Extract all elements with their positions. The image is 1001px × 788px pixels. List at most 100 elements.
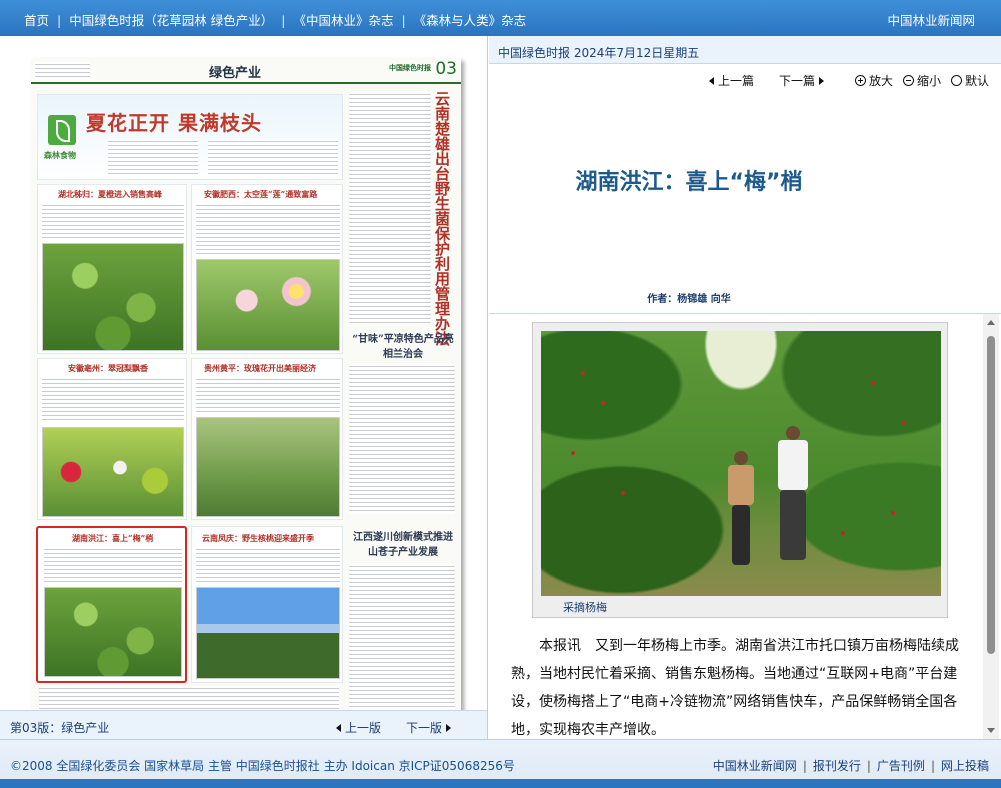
prev-article-link[interactable]: 上一篇 [709,72,754,89]
side-headline-suichuan[interactable]: 江西遂川创新模式推进山苍子产业发展 [351,528,455,558]
story-headline: 安徽亳州：翠冠梨飘香 [68,363,148,373]
scrollbar-thumb[interactable] [987,336,995,654]
edition-label: 第03版：绿色产业 [10,721,110,735]
prev-article-label: 上一篇 [718,74,755,88]
top-navigation: 首页 | 中国绿色时报（花草园林 绿色产业） | 《中国林业》杂志 | 《森林与人类》杂志 … [0,0,1001,36]
text-lines [349,364,455,514]
story-photo [42,243,184,351]
story-headline: 贵州黄平：玫瑰花开出美丽经济 [204,363,316,373]
zoom-in-icon [855,75,866,86]
story-fengqing[interactable]: 云南凤庆：野生核桃迎来盛开季 [191,526,343,683]
article-paper-date-bar: 中国绿色时报 2024年7月12日星期五 [489,36,1001,64]
text-lines [196,203,340,255]
vertical-headline[interactable]: 云南楚雄出台野生菌保护利用管理办法 [435,92,457,347]
zoom-out-button[interactable]: 缩小 [903,72,941,89]
story-headline: 安徽肥西：太空莲“莲”通致富路 [204,189,318,199]
story-headline: 湖北秭归：夏橙进入销售高峰 [58,189,162,199]
article-scrollbar[interactable] [983,314,999,739]
text-lines [196,377,340,413]
footer-link-ads[interactable]: 广告刊例 [877,759,925,773]
story-feixi[interactable]: 安徽肥西：太空莲“莲”通致富路 [191,184,343,354]
story-photo [196,587,340,679]
story-bozhou[interactable]: 安徽亳州：翠冠梨飘香 [37,358,187,520]
story-zigui[interactable]: 湖北秭归：夏橙进入销售高峰 [37,184,187,354]
person-body [728,465,754,505]
story-photo [196,417,340,517]
text-lines [42,203,184,239]
caret-left-icon [709,77,714,85]
article-photo[interactable] [541,331,941,596]
prev-edition-link[interactable]: 上一版 [336,719,381,736]
next-edition-label: 下一版 [406,721,443,735]
page-number: 03 [435,59,457,79]
zoom-out-icon [903,75,914,86]
zoom-out-label: 缩小 [917,74,942,88]
nav-home[interactable]: 首页 [24,10,49,29]
site-footer: ©2008 全国绿化委员会 国家林草局 主管 中国绿色时报社 主办 Idoica… [0,739,1001,788]
page-section-title: 绿色产业 [209,66,262,81]
nav-china-forestry[interactable]: 《中国林业》杂志 [293,10,393,29]
next-article-link[interactable]: 下一篇 [779,72,825,89]
newspaper-panel: 绿色产业 中国绿色时报 03 森林食物 夏花正开 果满枝头 湖北秭归：夏橙进入销… [0,36,488,739]
article-title: 湖南洪江：喜上“梅”梢 [575,170,803,195]
berry [621,491,625,495]
nav-green-times[interactable]: 中国绿色时报（花草园林 绿色产业） [69,10,273,29]
prev-edition-label: 上一版 [345,721,382,735]
zoom-in-button[interactable]: 放大 [855,72,893,89]
text-lines [108,139,198,175]
paper-date: 中国绿色时报 2024年7月12日星期五 [498,46,700,60]
newspaper-page-image[interactable]: 绿色产业 中国绿色时报 03 森林食物 夏花正开 果满枝头 湖北秭归：夏橙进入销… [31,58,461,721]
banner-tag: 森林食物 [44,151,76,160]
zoom-default-label: 默认 [965,74,990,88]
footer-link-submit[interactable]: 网上投稿 [941,759,989,773]
feature-banner[interactable]: 森林食物 夏花正开 果满枝头 [37,94,343,180]
main-nav: 首页 | 中国绿色时报（花草园林 绿色产业） | 《中国林业》杂志 | 《森林与人类》杂志 [24,10,526,29]
text-lines [208,139,338,175]
scroll-up-icon[interactable] [987,320,995,325]
text-lines [35,62,90,80]
footer-separator: | [866,759,871,773]
text-lines [196,547,340,583]
footer-links: 中国林业新闻网 | 报刊发行 | 广告刊例 | 网上投稿 [713,757,989,774]
next-article-label: 下一篇 [779,74,816,88]
berry [571,451,575,455]
article-photo-frame: 采摘杨梅 [532,322,948,618]
footer-strip [0,779,1001,788]
story-photo [196,259,340,351]
person-head [786,426,800,440]
side-headline-pingliang[interactable]: “甘味”平凉特色产品亮相兰治会 [351,330,455,360]
text-lines [349,92,431,324]
nav-separator: | [401,13,406,28]
article-body: 本报讯 又到一年杨梅上市季。湖南省洪江市托口镇万亩杨梅陆续成熟，当地村民忙着采摘… [511,638,959,738]
footer-separator: | [930,759,935,773]
text-lines [42,377,184,423]
paper-logo: 中国绿色时报 [389,64,431,72]
person-body [778,440,808,490]
page-header: 绿色产业 中国绿色时报 03 [31,58,461,84]
nav-separator: | [281,13,286,28]
zoom-in-label: 放大 [869,74,894,88]
radio-icon [951,75,962,86]
zoom-default-button[interactable]: 默认 [951,72,989,89]
berry [841,531,845,535]
site-brand-link[interactable]: 中国林业新闻网 [887,10,975,29]
nav-forest-human[interactable]: 《森林与人类》杂志 [414,10,527,29]
banner-title: 夏花正开 果满枝头 [86,111,262,135]
berry [871,381,875,385]
berry [891,511,895,515]
berry [601,401,605,405]
next-edition-link[interactable]: 下一版 [406,719,452,736]
footer-link-subscribe[interactable]: 报刊发行 [813,759,861,773]
photo-caption: 采摘杨梅 [563,601,607,614]
person-legs [780,490,806,560]
selected-article-highlight [36,526,187,683]
footer-separator: | [802,759,807,773]
text-lines [349,564,455,714]
story-headline: 云南凤庆：野生核桃迎来盛开季 [202,533,314,543]
scroll-down-icon[interactable] [987,728,995,733]
article-content: 采摘杨梅 本报讯 又到一年杨梅上市季。湖南省洪江市托口镇万亩杨梅陆续成熟，当地村… [489,314,983,739]
footer-link-news[interactable]: 中国林业新闻网 [713,759,797,773]
person-legs [732,505,750,565]
story-huangping[interactable]: 贵州黄平：玫瑰花开出美丽经济 [191,358,343,520]
berry [901,421,905,425]
